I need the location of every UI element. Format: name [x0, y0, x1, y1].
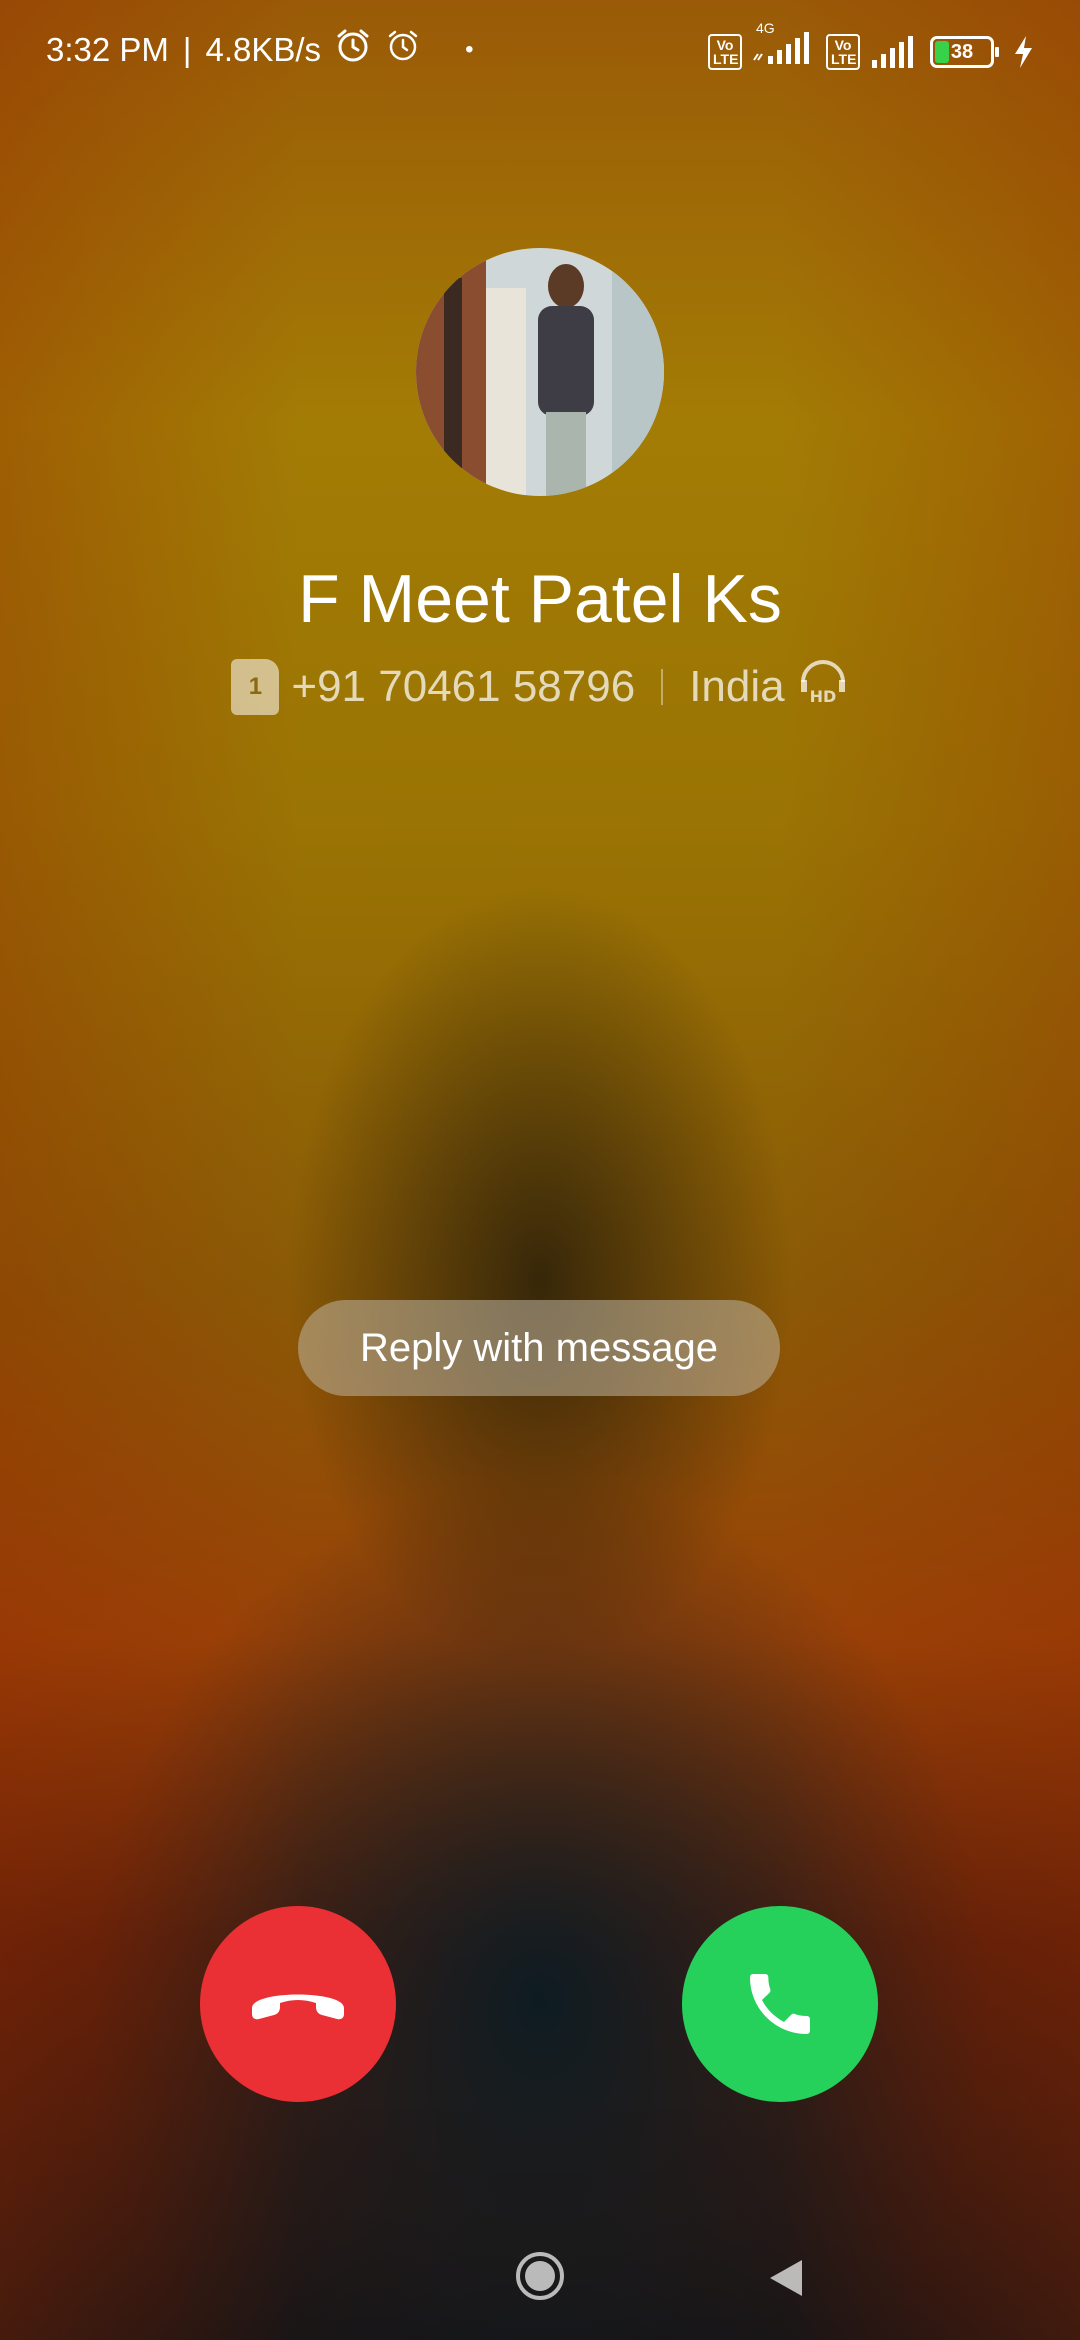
home-button[interactable] — [514, 2250, 566, 2302]
status-separator: | — [182, 31, 192, 68]
back-button[interactable] — [766, 2256, 806, 2300]
status-time: 3:32 PM — [46, 31, 169, 68]
alarm-icon — [335, 28, 371, 72]
home-icon — [516, 2252, 564, 2300]
status-bar: 3:32 PM | 4.8KB/s • Vo LTE 4G Vo LTE 38 — [0, 0, 1080, 100]
caller-region: India — [689, 661, 785, 711]
sim2-volte-label: Vo LTE — [831, 37, 857, 67]
back-icon — [770, 2260, 802, 2296]
sim-slot-number: 1 — [248, 672, 263, 700]
reply-with-message-button[interactable]: Reply with message — [298, 1300, 780, 1396]
reply-with-message-label: Reply with message — [360, 1325, 718, 1370]
accept-call-button[interactable] — [682, 1906, 878, 2102]
caller-info: 1 +91 70461 58796 India HD — [0, 658, 1080, 715]
caller-number: +91 70461 58796 — [291, 661, 636, 711]
notification-dot: • — [465, 36, 474, 63]
sim-slot-badge: 1 — [231, 658, 280, 715]
accept-call-icon — [750, 1974, 810, 2034]
battery-level: 38 — [950, 40, 974, 63]
hd-voice-icon: HD — [797, 658, 849, 715]
sim1-signal: 4G — [752, 20, 816, 74]
status-left: 3:32 PM | 4.8KB/s • — [46, 28, 473, 72]
sim2-signal-icon — [872, 36, 913, 68]
decline-call-icon — [252, 1994, 344, 2020]
caller-name: F Meet Patel Ks — [298, 561, 782, 637]
sim2-volte-badge: Vo LTE — [826, 34, 860, 70]
decline-call-button[interactable] — [200, 1906, 396, 2102]
sim1-network-label: 4G — [756, 20, 775, 36]
alarm-clock-icon — [385, 28, 421, 72]
charging-icon — [1015, 36, 1032, 68]
info-divider — [661, 668, 664, 705]
sim1-volte-label: Vo LTE — [713, 37, 739, 67]
battery-fill — [935, 41, 949, 63]
caller-avatar — [416, 248, 664, 496]
sim1-volte-badge: Vo LTE — [708, 34, 742, 70]
svg-text:HD: HD — [809, 687, 836, 704]
status-net-speed: 4.8KB/s — [205, 31, 322, 68]
status-right: Vo LTE 4G Vo LTE 38 — [708, 20, 1034, 74]
battery-icon: 38 — [930, 36, 999, 68]
